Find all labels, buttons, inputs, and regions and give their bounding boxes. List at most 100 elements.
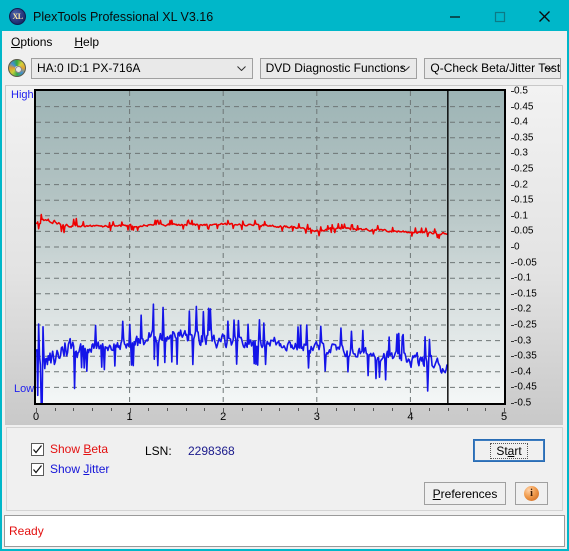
y-tick-label: 0 [514, 241, 520, 253]
preferences-button[interactable]: Preferences [424, 482, 506, 505]
x-tick-mark [185, 408, 187, 411]
start-button[interactable]: Start [473, 439, 545, 462]
y-tick-mark [511, 278, 514, 280]
lsn-value: 2298368 [188, 444, 235, 458]
y-tick-label: -0.15 [514, 288, 537, 300]
show-jitter-label-post: itter [89, 462, 110, 476]
preferences-button-label: Preferences [433, 487, 498, 501]
start-label-post: rt [514, 443, 522, 458]
x-tick-mark [36, 408, 37, 413]
y-tick-mark [511, 325, 514, 326]
menu-item-options[interactable]: Options [9, 33, 60, 51]
show-beta-label: Show Beta [50, 442, 108, 456]
window-title: PlexTools Professional XL V3.16 [33, 9, 214, 24]
status-text: Ready [9, 524, 44, 538]
toolbar: HA:0 ID:1 PX-716A DVD Diagnostic Functio… [2, 53, 567, 83]
x-tick-mark [73, 408, 75, 411]
y-tick-mark [511, 262, 514, 264]
y-tick-label: 0.25 [514, 163, 534, 175]
menu-options-rest: ptions [20, 35, 53, 49]
x-tick-mark [391, 408, 393, 411]
y-tick-mark [511, 403, 514, 404]
start-button-label: Start [490, 442, 528, 459]
y-tick-mark [511, 387, 514, 389]
check-icon [33, 464, 42, 473]
show-jitter-label: Show Jitter [50, 462, 109, 476]
y-tick-label: 0.1 [514, 210, 528, 222]
show-beta-label-pre: Show [50, 442, 84, 456]
y-tick-label: 0.5 [514, 85, 528, 97]
controls-panel: Show Beta Show Jitter LSN: 2298368 Start… [6, 427, 563, 511]
y-tick-label: 0.15 [514, 194, 534, 206]
drive-selector[interactable]: HA:0 ID:1 PX-716A [31, 57, 253, 79]
close-icon[interactable] [522, 2, 567, 31]
show-beta-checkbox-row[interactable]: Show Beta [31, 442, 108, 456]
x-tick-mark [110, 408, 112, 411]
preferences-accel: P [432, 486, 441, 501]
y-tick-mark [511, 200, 514, 202]
test-selector[interactable]: Q-Check Beta/Jitter Test [424, 57, 561, 79]
y-tick-mark [511, 215, 514, 217]
y-tick-label: 0.2 [514, 179, 528, 191]
show-beta-checkbox[interactable] [31, 442, 44, 456]
y-tick-label: 0.4 [514, 116, 528, 128]
info-button[interactable]: i [515, 482, 548, 505]
y-tick-label: -0.3 [514, 335, 532, 347]
xl-logo-icon: XL [9, 8, 26, 25]
function-selector[interactable]: DVD Diagnostic Functions [259, 57, 418, 79]
y-tick-mark [511, 137, 514, 139]
y-tick-mark [511, 122, 514, 124]
x-tick-mark [429, 408, 431, 411]
x-tick-mark [504, 408, 505, 413]
x-tick-mark [241, 408, 243, 411]
y-tick-label: 0.05 [514, 225, 534, 237]
minimize-icon[interactable] [432, 2, 477, 31]
function-selector-value: DVD Diagnostic Functions [265, 61, 406, 75]
menu-bar: Options Help [2, 31, 567, 53]
x-tick-mark [298, 408, 300, 411]
y-tick-mark [511, 356, 514, 358]
y-tick-mark [511, 91, 514, 92]
x-tick-mark [335, 408, 337, 411]
y-tick-label: -0.5 [514, 397, 532, 409]
menu-item-help[interactable]: Help [72, 33, 107, 51]
show-beta-label-post: eta [91, 442, 109, 456]
x-axis: 012345 [33, 408, 510, 426]
y-tick-mark [511, 153, 514, 155]
x-tick-mark [354, 408, 356, 411]
y-tick-mark [511, 247, 514, 248]
y-tick-mark [511, 169, 514, 170]
maximize-icon[interactable] [477, 2, 522, 31]
status-bar: Ready [4, 515, 565, 547]
x-tick-mark [279, 408, 281, 411]
show-jitter-checkbox-row[interactable]: Show Jitter [31, 462, 109, 476]
info-icon: i [524, 486, 539, 501]
lsn-label: LSN: [145, 444, 172, 458]
chevron-down-icon [401, 66, 411, 71]
x-tick-mark [167, 408, 169, 411]
x-tick-mark [148, 408, 150, 411]
y-tick-mark [511, 106, 514, 108]
optical-disc-icon [8, 59, 26, 77]
series-beta [36, 213, 449, 240]
menu-help-accel: H [74, 35, 84, 49]
series-jitter [36, 303, 448, 403]
y-tick-label: -0.4 [514, 366, 532, 378]
y-tick-mark [511, 371, 514, 373]
drive-selector-value: HA:0 ID:1 PX-716A [37, 61, 141, 75]
x-tick-mark [466, 408, 468, 411]
x-tick-mark [372, 408, 374, 411]
y-tick-label: -0.45 [514, 381, 537, 393]
x-tick-mark [316, 408, 318, 413]
x-tick-mark [92, 408, 94, 411]
chart-low-label: Low [14, 383, 35, 395]
y-axis-right: 0.5 0.45 0.4 0.35 0.3 0.25 0.2 0.15 0.1 0.05 0 -0.0… [511, 85, 561, 409]
chevron-down-icon [236, 66, 246, 71]
y-tick-label: -0.05 [514, 257, 537, 269]
x-tick-mark [260, 408, 262, 411]
show-jitter-checkbox[interactable] [31, 462, 44, 476]
x-tick-mark [54, 408, 56, 411]
x-tick-mark [129, 408, 131, 413]
y-tick-mark [511, 309, 514, 311]
y-tick-mark [511, 340, 514, 342]
